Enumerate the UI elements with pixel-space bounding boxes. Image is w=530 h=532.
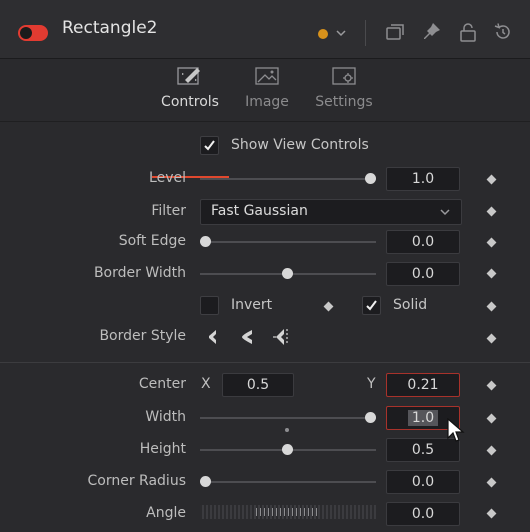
border-style-label: Border Style	[99, 328, 186, 344]
center-x-input[interactable]: 0.5	[222, 373, 294, 397]
angle-input[interactable]: 0.0	[386, 502, 460, 526]
filter-keyframe-diamond-icon[interactable]	[486, 206, 497, 217]
width-slider[interactable]	[200, 417, 376, 419]
level-label: Level	[149, 170, 186, 186]
level-keyframe-diamond-icon[interactable]	[486, 174, 497, 185]
solid-keyframe-diamond-icon[interactable]	[486, 301, 497, 312]
corner-radius-slider-knob[interactable]	[200, 476, 211, 487]
show-view-controls-label: Show View Controls	[231, 137, 369, 153]
border-style-keyframe-diamond-icon[interactable]	[486, 333, 497, 344]
invert-keyframe-diamond-icon[interactable]	[323, 301, 334, 312]
checkmark-icon	[366, 300, 377, 311]
width-default-marker	[285, 428, 289, 432]
solid-label: Solid	[393, 297, 428, 313]
width-keyframe-diamond-icon[interactable]	[486, 413, 497, 424]
chevron-down-icon	[440, 209, 450, 216]
level-input[interactable]: 1.0	[386, 167, 460, 191]
miter-join-icon[interactable]	[272, 327, 294, 347]
tab-bar: Controls Image Settings	[0, 59, 530, 178]
tool-title: Rectangle2	[62, 18, 158, 38]
level-slider[interactable]	[200, 178, 376, 180]
windows-icon[interactable]	[384, 21, 406, 43]
angle-label: Angle	[146, 505, 186, 521]
settings-tab-icon	[332, 67, 356, 85]
bevel-join-icon[interactable]	[206, 328, 222, 346]
tab-settings[interactable]: Settings	[308, 59, 380, 121]
soft-edge-slider-knob[interactable]	[200, 236, 211, 247]
section-divider	[0, 362, 530, 363]
soft-edge-keyframe-diamond-icon[interactable]	[486, 237, 497, 248]
angle-thumbwheel[interactable]	[200, 505, 376, 519]
reset-icon[interactable]	[492, 21, 514, 43]
show-view-controls-checkbox[interactable]	[200, 136, 219, 155]
width-label: Width	[145, 409, 186, 425]
soft-edge-input[interactable]: 0.0	[386, 230, 460, 254]
soft-edge-label: Soft Edge	[118, 233, 186, 249]
pin-icon[interactable]	[421, 21, 443, 43]
height-keyframe-diamond-icon[interactable]	[486, 445, 497, 456]
border-width-label: Border Width	[93, 265, 186, 281]
filter-dropdown[interactable]: Fast Gaussian	[200, 199, 462, 225]
center-y-input[interactable]: 0.21	[386, 373, 460, 397]
controls-tab-icon	[177, 67, 200, 85]
checkmark-icon	[204, 140, 215, 151]
tab-controls-label: Controls	[161, 94, 219, 110]
height-label: Height	[139, 441, 186, 457]
filter-value: Fast Gaussian	[211, 203, 308, 219]
tab-settings-label: Settings	[315, 94, 373, 110]
soft-edge-slider[interactable]	[200, 241, 376, 243]
tool-enable-toggle[interactable]	[18, 25, 48, 41]
level-slider-knob[interactable]	[365, 173, 376, 184]
color-dot-icon[interactable]	[318, 29, 328, 39]
image-tab-icon	[255, 67, 279, 85]
center-label: Center	[138, 376, 186, 392]
invert-checkbox[interactable]	[200, 296, 219, 315]
filter-label: Filter	[151, 203, 186, 219]
chevron-down-icon[interactable]	[334, 20, 348, 46]
lock-icon[interactable]	[457, 21, 479, 43]
tab-image[interactable]: Image	[231, 59, 303, 121]
border-width-slider-knob[interactable]	[282, 268, 293, 279]
corner-radius-input[interactable]: 0.0	[386, 470, 460, 494]
angle-keyframe-diamond-icon[interactable]	[486, 508, 497, 519]
solid-checkbox[interactable]	[362, 296, 381, 315]
center-x-label: X	[201, 376, 211, 392]
header-separator	[365, 20, 366, 46]
tab-controls[interactable]: Controls	[154, 59, 226, 121]
inspector-panel: Rectangle2 Controls Image Settings Show …	[0, 0, 530, 532]
border-width-keyframe-diamond-icon[interactable]	[486, 268, 497, 279]
mouse-cursor-icon	[447, 418, 465, 442]
tab-image-label: Image	[245, 94, 289, 110]
width-input-selected-text: 1.0	[407, 410, 439, 426]
width-slider-knob[interactable]	[365, 412, 376, 423]
round-join-icon[interactable]	[240, 328, 256, 346]
border-width-input[interactable]: 0.0	[386, 262, 460, 286]
center-keyframe-diamond-icon[interactable]	[486, 380, 497, 391]
corner-radius-slider[interactable]	[200, 481, 376, 483]
tool-header: Rectangle2	[0, 0, 530, 59]
corner-radius-keyframe-diamond-icon[interactable]	[486, 477, 497, 488]
invert-label: Invert	[231, 297, 273, 313]
center-y-label: Y	[367, 376, 376, 392]
height-slider-knob[interactable]	[282, 444, 293, 455]
corner-radius-label: Corner Radius	[87, 473, 187, 489]
